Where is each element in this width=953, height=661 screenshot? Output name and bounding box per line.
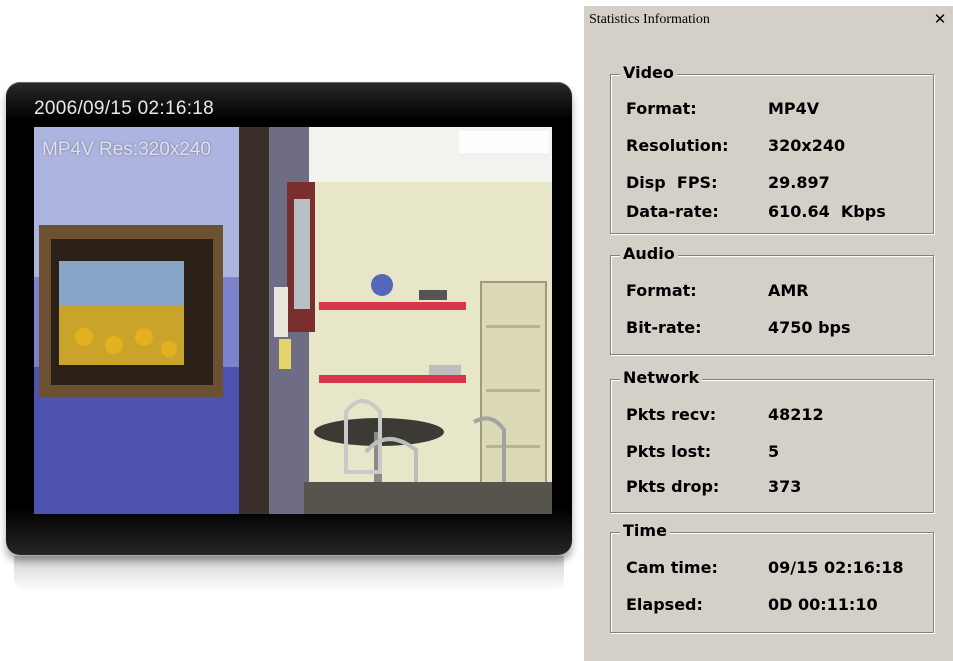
stat-value: 610.64 Kbps (768, 202, 886, 221)
network-recv-row: Pkts recv: 48212 (626, 405, 824, 424)
stat-key: Pkts recv: (626, 405, 717, 424)
stat-value: 48212 (768, 405, 824, 424)
stat-key: Format: (626, 281, 697, 300)
camera-scene (34, 127, 552, 514)
stat-key: Pkts drop: (626, 477, 720, 496)
stat-key: Bit-rate: (626, 318, 702, 337)
video-resolution-row: Resolution: 320x240 (626, 136, 845, 155)
video-stream[interactable]: MP4V Res:320x240 (34, 127, 552, 514)
time-elapsed-row: Elapsed: 0D 00:11:10 (626, 595, 878, 614)
stat-key: Cam time: (626, 558, 718, 577)
time-group: Time Cam time: 09/15 02:16:18 Elapsed: 0D … (610, 521, 934, 633)
video-fps-row: Disp FPS: 29.897 (626, 173, 830, 192)
stat-key: Pkts lost: (626, 442, 712, 461)
video-format-row: Format: MP4V (626, 99, 819, 118)
time-group-label: Time (620, 521, 670, 540)
network-drop-row: Pkts drop: 373 (626, 477, 801, 496)
viewer-timestamp: 2006/09/15 02:16:18 (34, 98, 215, 119)
video-overlay-text: MP4V Res:320x240 (42, 139, 211, 160)
stat-value: MP4V (768, 99, 820, 118)
stat-key: Data-rate: (626, 202, 719, 221)
time-cam-row: Cam time: 09/15 02:16:18 (626, 558, 904, 577)
dialog-titlebar[interactable]: Statistics Information ✕ (584, 6, 953, 33)
stat-value: 0D 00:11:10 (768, 595, 878, 614)
stat-value: 5 (768, 442, 780, 461)
network-group-label: Network (620, 368, 703, 387)
audio-group-label: Audio (620, 244, 678, 263)
stat-value: 320x240 (768, 136, 846, 155)
stat-value: 09/15 02:16:18 (768, 558, 904, 577)
audio-format-row: Format: AMR (626, 281, 809, 300)
stat-value: 373 (768, 477, 802, 496)
video-datarate-row: Data-rate: 610.64 Kbps (626, 202, 886, 221)
stat-key: Disp FPS: (626, 173, 718, 192)
audio-bitrate-row: Bit-rate: 4750 bps (626, 318, 851, 337)
close-icon[interactable]: ✕ (931, 10, 949, 28)
statistics-dialog: Statistics Information ✕ Video Format: MP… (583, 5, 953, 661)
video-viewer: 2006/09/15 02:16:18 MP4V Res:320x240 (6, 82, 572, 555)
network-lost-row: Pkts lost: 5 (626, 442, 779, 461)
video-group: Video Format: MP4V Resolution: 320x240 Dis… (610, 63, 934, 234)
stat-key: Format: (626, 99, 697, 118)
stat-value: AMR (768, 281, 809, 300)
stat-value: 4750 bps (768, 318, 851, 337)
dialog-title: Statistics Information (589, 12, 710, 27)
viewer-reflection (14, 556, 564, 592)
stat-key: Elapsed: (626, 595, 703, 614)
network-group: Network Pkts recv: 48212 Pkts lost: 5 Pkts… (610, 368, 934, 513)
video-group-label: Video (620, 63, 677, 82)
stat-value: 29.897 (768, 173, 830, 192)
stat-key: Resolution: (626, 136, 729, 155)
audio-group: Audio Format: AMR Bit-rate: 4750 bps (610, 244, 934, 355)
